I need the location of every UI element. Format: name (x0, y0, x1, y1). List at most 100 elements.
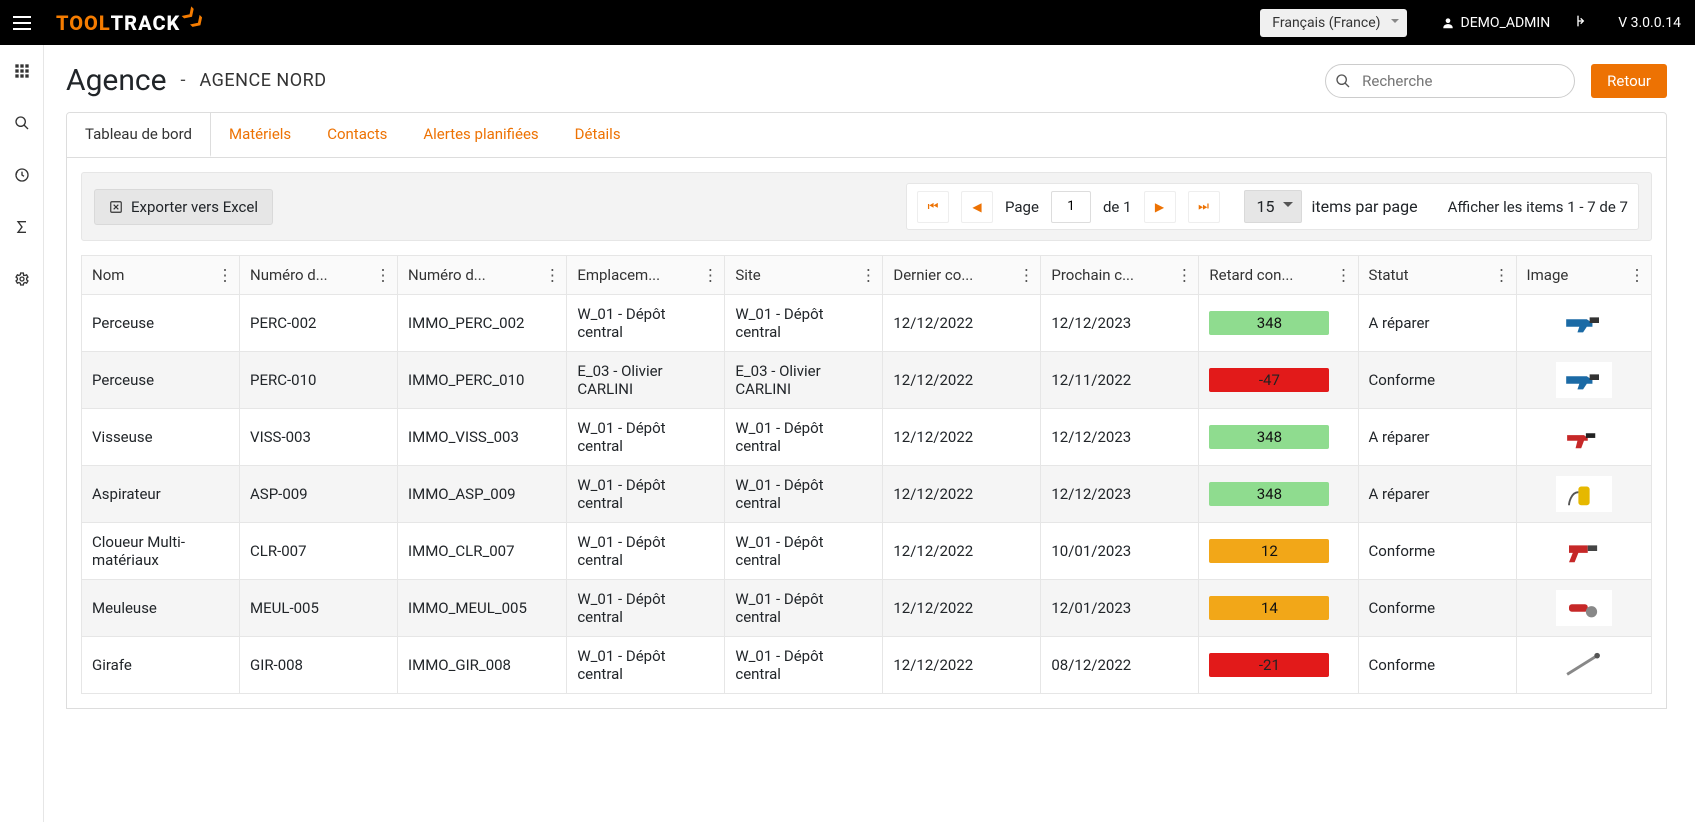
table-cell: W_01 - Dépôt central (725, 580, 883, 637)
gear-icon (14, 271, 30, 287)
column-menu-icon[interactable]: ⋮ (702, 266, 718, 285)
tab-détails[interactable]: Détails (557, 113, 639, 157)
column-header[interactable]: Image⋮ (1516, 256, 1651, 295)
retard-cell: 348 (1199, 466, 1358, 523)
hamburger-menu-button[interactable] (0, 0, 44, 45)
image-cell (1516, 295, 1651, 352)
sidebar-item-settings[interactable] (10, 267, 34, 291)
table-row[interactable]: MeuleuseMEUL-005IMMO_MEUL_005W_01 - Dépô… (82, 580, 1652, 637)
return-button[interactable]: Retour (1591, 64, 1667, 98)
table-cell: Visseuse (82, 409, 240, 466)
status-cell: Conforme (1358, 523, 1516, 580)
table-row[interactable]: Cloueur Multi-matériauxCLR-007IMMO_CLR_0… (82, 523, 1652, 580)
column-menu-icon[interactable]: ⋮ (1336, 266, 1352, 285)
table-cell: W_01 - Dépôt central (567, 580, 725, 637)
pager-page-label: Page (1005, 198, 1039, 216)
table-cell: IMMO_CLR_007 (398, 523, 567, 580)
dashboard-panel: Exporter vers Excel ⏮ ◀ Page de 1 ▶ ⏭ 15… (66, 158, 1667, 709)
pager-prev-button[interactable]: ◀ (961, 191, 993, 223)
search-icon (1335, 73, 1351, 89)
hamburger-icon (13, 16, 31, 30)
table-cell: 12/12/2022 (883, 295, 1041, 352)
tool-thumbnail (1556, 305, 1612, 341)
current-user[interactable]: DEMO_ADMIN (1441, 15, 1551, 31)
page-title: Agence (66, 63, 167, 98)
pager-page-input[interactable] (1051, 191, 1091, 223)
tab-matériels[interactable]: Matériels (211, 113, 309, 157)
column-menu-icon[interactable]: ⋮ (1176, 266, 1192, 285)
table-cell: MEUL-005 (240, 580, 398, 637)
column-header[interactable]: Prochain c...⋮ (1041, 256, 1199, 295)
column-header[interactable]: Site⋮ (725, 256, 883, 295)
column-menu-icon[interactable]: ⋮ (1494, 266, 1510, 285)
table-cell: 12/12/2023 (1041, 409, 1199, 466)
column-menu-icon[interactable]: ⋮ (375, 266, 391, 285)
table-cell: Aspirateur (82, 466, 240, 523)
column-header[interactable]: Nom⋮ (82, 256, 240, 295)
logout-button[interactable] (1572, 13, 1588, 33)
sidebar-item-sigma[interactable] (10, 215, 34, 239)
retard-cell: 14 (1199, 580, 1358, 637)
table-cell: Perceuse (82, 352, 240, 409)
image-cell (1516, 523, 1651, 580)
retard-cell: -21 (1199, 637, 1358, 694)
pager-next-button[interactable]: ▶ (1144, 191, 1176, 223)
table-cell: IMMO_ASP_009 (398, 466, 567, 523)
export-excel-button[interactable]: Exporter vers Excel (94, 189, 273, 225)
tab-alertes-planifiées[interactable]: Alertes planifiées (405, 113, 556, 157)
status-cell: A réparer (1358, 466, 1516, 523)
pager-first-button[interactable]: ⏮ (917, 191, 949, 223)
sidebar-item-apps[interactable] (10, 59, 34, 83)
table-cell: 08/12/2022 (1041, 637, 1199, 694)
image-cell (1516, 409, 1651, 466)
excel-icon (109, 200, 123, 214)
retard-cell: -47 (1199, 352, 1358, 409)
column-menu-icon[interactable]: ⋮ (1629, 266, 1645, 285)
column-menu-icon[interactable]: ⋮ (1018, 266, 1034, 285)
column-header[interactable]: Retard con...⋮ (1199, 256, 1358, 295)
tool-thumbnail (1556, 419, 1612, 455)
table-cell: Cloueur Multi-matériaux (82, 523, 240, 580)
table-cell: IMMO_PERC_010 (398, 352, 567, 409)
sidebar-item-search[interactable] (10, 111, 34, 135)
column-header[interactable]: Numéro d...⋮ (398, 256, 567, 295)
table-cell: E_03 - Olivier CARLINI (567, 352, 725, 409)
table-cell: W_01 - Dépôt central (725, 637, 883, 694)
items-info: Afficher les items 1 - 7 de 7 (1448, 198, 1628, 216)
table-cell: 12/12/2022 (883, 352, 1041, 409)
tool-thumbnail (1556, 476, 1612, 512)
per-page-select[interactable]: 15 (1244, 190, 1302, 223)
column-header[interactable]: Statut⋮ (1358, 256, 1516, 295)
table-cell: IMMO_MEUL_005 (398, 580, 567, 637)
table-row[interactable]: VisseuseVISS-003IMMO_VISS_003W_01 - Dépô… (82, 409, 1652, 466)
table-row[interactable]: GirafeGIR-008IMMO_GIR_008W_01 - Dépôt ce… (82, 637, 1652, 694)
table-row[interactable]: AspirateurASP-009IMMO_ASP_009W_01 - Dépô… (82, 466, 1652, 523)
status-cell: A réparer (1358, 295, 1516, 352)
column-header[interactable]: Emplacem...⋮ (567, 256, 725, 295)
table-cell: 12/12/2022 (883, 637, 1041, 694)
column-header[interactable]: Dernier co...⋮ (883, 256, 1041, 295)
table-cell: W_01 - Dépôt central (567, 409, 725, 466)
table-toolbar: Exporter vers Excel ⏮ ◀ Page de 1 ▶ ⏭ 15… (81, 172, 1652, 241)
table-row[interactable]: PerceusePERC-002IMMO_PERC_002W_01 - Dépô… (82, 295, 1652, 352)
table-cell: W_01 - Dépôt central (567, 295, 725, 352)
sidebar-item-history[interactable] (10, 163, 34, 187)
table-cell: IMMO_VISS_003 (398, 409, 567, 466)
search-input[interactable] (1325, 64, 1575, 98)
language-selector[interactable]: Français (France) (1260, 9, 1406, 37)
retard-cell: 12 (1199, 523, 1358, 580)
column-header[interactable]: Numéro d...⋮ (240, 256, 398, 295)
table-cell: 12/12/2022 (883, 523, 1041, 580)
column-menu-icon[interactable]: ⋮ (217, 266, 233, 285)
tab-tableau-de-bord[interactable]: Tableau de bord (67, 113, 211, 157)
history-icon (14, 167, 30, 183)
table-row[interactable]: PerceusePERC-010IMMO_PERC_010E_03 - Oliv… (82, 352, 1652, 409)
column-menu-icon[interactable]: ⋮ (860, 266, 876, 285)
pager-last-button[interactable]: ⏭ (1188, 191, 1220, 223)
retard-badge: 14 (1209, 596, 1329, 620)
main-content: Agence - AGENCE NORD Retour Tableau de b… (44, 45, 1695, 739)
column-menu-icon[interactable]: ⋮ (544, 266, 560, 285)
tab-contacts[interactable]: Contacts (309, 113, 405, 157)
pager: ⏮ ◀ Page de 1 ▶ ⏭ 15 items par page Affi… (906, 183, 1639, 230)
per-page-label: items par page (1312, 197, 1418, 216)
